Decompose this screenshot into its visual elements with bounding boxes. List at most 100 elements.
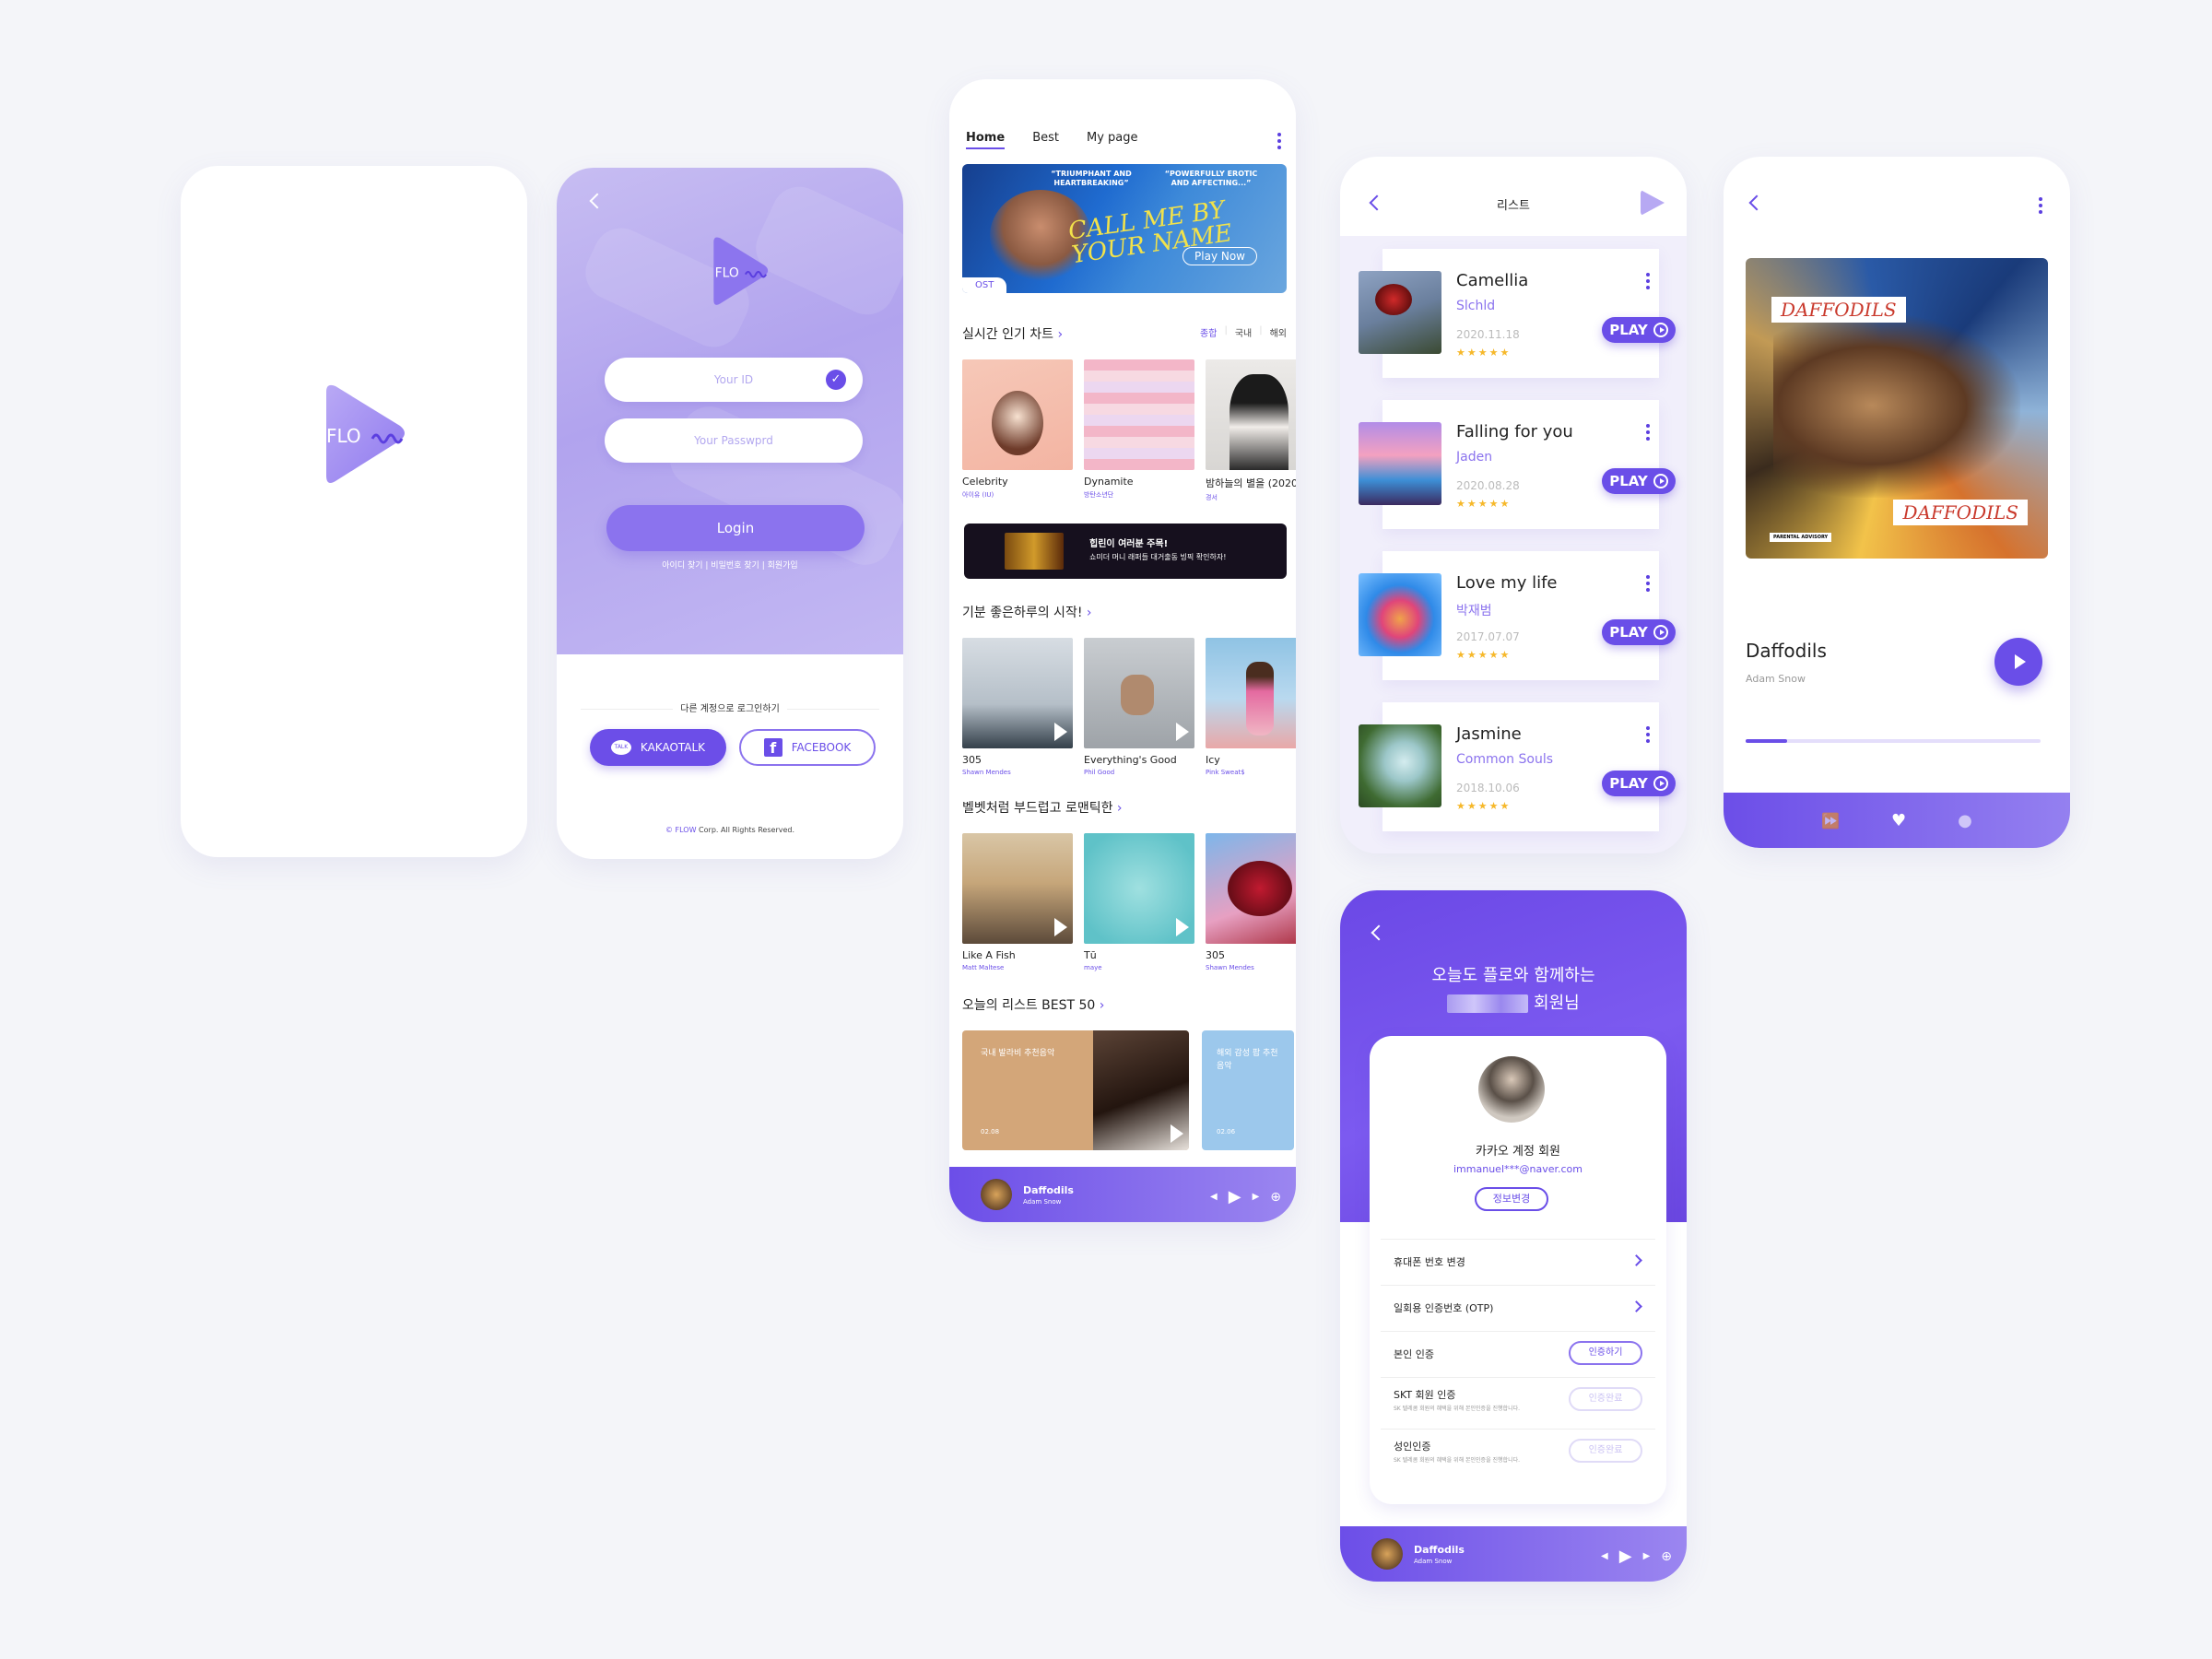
best-playlist-card[interactable]: 해외 감성 팝 추천음악 02.06 [1202,1030,1294,1150]
chevron-right-icon [1630,1254,1642,1266]
comment-icon[interactable]: ● [1958,811,1972,830]
play-button[interactable] [1994,638,2042,686]
play-icon[interactable] [1176,723,1189,741]
more-icon[interactable] [1646,726,1650,746]
track-artist: Phil Good [1084,769,1115,776]
play-now-button[interactable]: Play Now [1182,247,1257,265]
menu-item-phone[interactable]: 휴대폰 번호 변경 [1381,1239,1655,1283]
play-all-icon[interactable] [1641,190,1665,216]
section-title-best[interactable]: 오늘의 리스트 BEST 50 › [962,995,1104,1014]
filter-domestic[interactable]: 국내 [1235,325,1252,339]
playlist-card[interactable]: Like A Fish Matt Maltese [962,833,1073,971]
back-icon[interactable] [589,193,606,209]
password-field[interactable]: Your Passwprd [605,418,863,463]
verified-button[interactable]: 인증완료 [1569,1439,1642,1463]
list-title: 리스트 [1497,199,1530,213]
previous-icon[interactable]: ◀ [1601,1551,1608,1561]
filter-overseas[interactable]: 해외 [1270,325,1287,339]
tab-my-page[interactable]: My page [1087,131,1138,149]
flo-logo: FLO [308,378,418,498]
song-item[interactable]: Jasmine Common Souls 2018.10.06 ★★★★★ PL… [1359,702,1676,831]
progress-fill [1746,739,1787,743]
progress-bar[interactable] [1746,739,2041,743]
mini-player[interactable]: Daffodils Adam Snow ◀ ▶ ▶ ⊕ [1340,1526,1687,1582]
playlist-card[interactable]: Tū maye [1084,833,1194,971]
edit-info-button[interactable]: 정보변경 [1475,1187,1548,1211]
play-icon[interactable]: ▶ [1619,1547,1632,1566]
check-icon: ✓ [826,370,846,390]
song-item[interactable]: Camellia Slchld 2020.11.18 ★★★★★ PLAY [1359,249,1676,378]
profile-email: immanuel***@naver.com [1453,1163,1583,1175]
playlist-card[interactable]: 305 Shawn Mendes [1206,833,1296,971]
play-button[interactable]: PLAY [1602,317,1676,343]
more-icon[interactable] [1646,273,1650,292]
filter-all[interactable]: 종합 [1200,325,1217,339]
section-label: 실시간 인기 차트 [962,327,1054,342]
more-icon[interactable] [1277,133,1281,152]
play-icon[interactable] [1176,918,1189,936]
account-links[interactable]: 아이디 찾기 | 비밀번호 찾기 | 회원가입 [557,559,903,571]
next-icon[interactable]: ▶ [1253,1192,1260,1202]
verified-button[interactable]: 인증완료 [1569,1387,1642,1411]
tab-best[interactable]: Best [1032,131,1059,149]
playlist-card[interactable]: Icy Pink Sweat$ [1206,638,1296,776]
song-item[interactable]: Love my life 박재범 2017.07.07 ★★★★★ PLAY [1359,551,1676,680]
play-icon[interactable] [1054,918,1067,936]
mini-player[interactable]: Daffodils Adam Snow ◀ ▶ ▶ ⊕ [949,1167,1296,1222]
tab-home[interactable]: Home [966,131,1006,149]
album-label-bottom: DAFFODILS [1893,500,2028,525]
best-playlist-card[interactable]: 국내 발라비 추천음악 02.08 [962,1030,1189,1150]
playlist-card[interactable]: 305 Shawn Mendes [962,638,1073,776]
album-label-top: DAFFODILS [1771,297,1906,323]
copyright: © FLOW Corp. All Rights Reserved. [557,826,903,834]
parental-advisory-label: PARENTAL ADVISORY [1770,533,1832,542]
password-placeholder: Your Passwprd [694,434,773,447]
song-cover [1359,271,1441,354]
album-art [1206,638,1296,748]
mini-player-title: Daffodils [1023,1183,1074,1196]
kakaotalk-button[interactable]: TALK KAKAOTALK [590,729,726,766]
facebook-button[interactable]: f FACEBOOK [739,729,876,766]
add-icon[interactable]: ⊕ [1270,1190,1281,1205]
back-icon[interactable] [1748,194,1765,211]
more-icon[interactable] [1646,424,1650,443]
star-rating: ★★★★★ [1456,498,1512,510]
menu-item-otp[interactable]: 일회용 인증번호 (OTP) [1381,1285,1655,1329]
ad-banner[interactable]: 힙린이 여러분 주목! 쇼미더 머니 래퍼들 대거출동 빙픽 확인하자! [964,524,1287,579]
id-field[interactable]: Your ID ✓ [605,358,863,402]
playlist-card[interactable]: Everything's Good Phil Good [1084,638,1194,776]
play-button[interactable]: PLAY [1602,619,1676,645]
play-icon[interactable] [1054,723,1067,741]
previous-icon[interactable]: ◀ [1210,1192,1218,1202]
mini-player-controls: ◀ ▶ ▶ ⊕ [1210,1187,1281,1206]
play-icon[interactable] [1171,1124,1183,1143]
login-button[interactable]: Login [606,505,865,551]
ost-banner[interactable]: “TRIUMPHANT AND HEARTBREAKING” “POWERFUL… [962,164,1287,293]
play-button[interactable]: PLAY [1602,468,1676,494]
song-item[interactable]: Falling for you Jaden 2020.08.28 ★★★★★ P… [1359,400,1676,529]
star-rating: ★★★★★ [1456,649,1512,661]
play-circle-icon [1653,776,1668,791]
chart-card[interactable]: Dynamite 방탄소년단 [1084,359,1194,502]
menu-label: 본인 인증 [1394,1348,1434,1360]
play-icon[interactable]: ▶ [1229,1187,1241,1206]
play-button[interactable]: PLAY [1602,771,1676,796]
back-icon[interactable] [1371,924,1387,941]
more-icon[interactable] [1646,575,1650,594]
verify-button[interactable]: 인증하기 [1569,1341,1642,1365]
section-title-romance[interactable]: 벨벳처럼 부드럽고 로맨틱한 › [962,798,1123,817]
section-title-chart[interactable]: 실시간 인기 차트 › [962,324,1063,343]
heart-icon[interactable]: ♥ [1891,811,1906,830]
add-icon[interactable]: ⊕ [1661,1549,1672,1564]
kakaotalk-label: KAKAOTALK [640,741,706,754]
chart-card[interactable]: Celebrity 아이유 (IU) [962,359,1073,502]
next-icon[interactable]: ▶ [1643,1551,1651,1561]
section-title-mood[interactable]: 기분 좋은하루의 시작! › [962,603,1092,621]
other-login-text: 다른 계정으로 로그인하기 [680,704,780,714]
track-artist: 경서 [1206,494,1218,501]
chart-card[interactable]: 밤하늘의 별을 (2020 경서 [1206,359,1296,502]
fast-forward-icon[interactable]: ⏩ [1821,812,1840,830]
more-icon[interactable] [2039,197,2042,217]
greeting: 오늘도 플로와 함께하는 회원님 [1340,962,1687,1018]
login-screen: FLO Your ID ✓ Your Passwprd Login 아이디 찾기… [557,168,903,859]
